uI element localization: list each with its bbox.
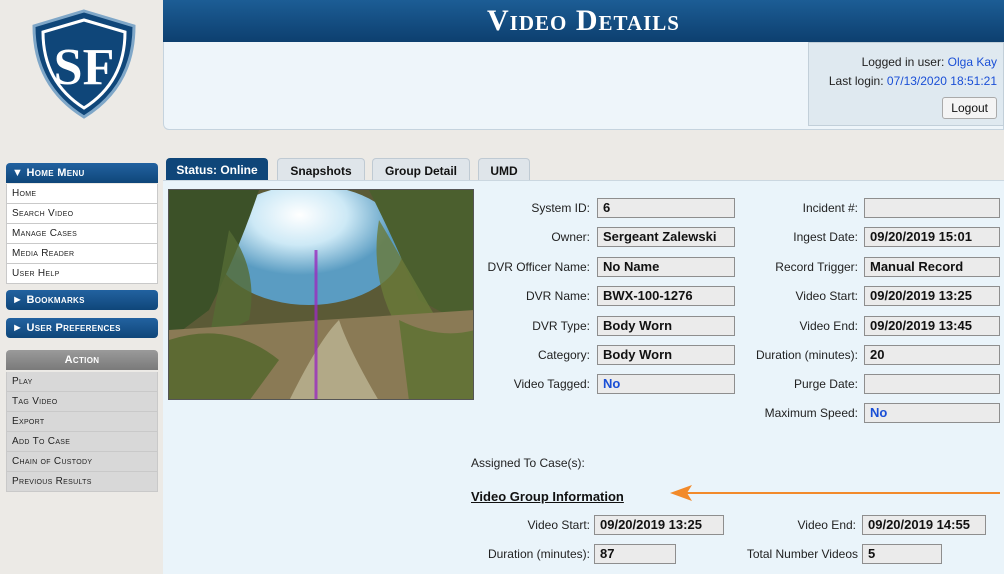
action-header: Action <box>6 350 158 370</box>
action-item-play[interactable]: Play <box>6 372 158 392</box>
maximum-speed-label: Maximum Speed: <box>764 406 858 420</box>
video-tagged-label: Video Tagged: <box>513 377 590 391</box>
owner-label: Owner: <box>551 230 590 244</box>
dvr-officer-name-label: DVR Officer Name: <box>487 260 590 274</box>
action-item-tag-video[interactable]: Tag Video <box>6 392 158 412</box>
dvr-officer-name-field: No Name <box>597 257 735 277</box>
menu-item-home[interactable]: Home <box>6 184 158 204</box>
owner-field: Sergeant Zalewski <box>597 227 735 247</box>
video-end-label: Video End: <box>799 319 859 333</box>
record-trigger-label: Record Trigger: <box>775 260 858 274</box>
video-end-field: 09/20/2019 13:45 <box>864 316 1000 336</box>
logout-button[interactable]: Logout <box>942 97 997 119</box>
purge-date-label: Purge Date: <box>793 377 858 391</box>
duration-label: Duration (minutes): <box>755 348 858 362</box>
maximum-speed-field: No <box>864 403 1000 423</box>
user-preferences-header[interactable]: ► User Preferences <box>6 318 158 338</box>
dvr-type-label: DVR Type: <box>532 319 590 333</box>
incident-field <box>864 198 1000 218</box>
ingest-date-field: 09/20/2019 15:01 <box>864 227 1000 247</box>
tab-status-online[interactable]: Status: Online <box>166 158 268 180</box>
home-menu-header[interactable]: ▼ Home Menu <box>6 163 158 183</box>
logo-text: SF <box>54 39 115 96</box>
user-name[interactable]: Olga Kay <box>948 55 997 69</box>
video-thumbnail[interactable] <box>168 189 474 400</box>
dvr-name-field: BWX-100-1276 <box>597 286 735 306</box>
category-label: Category: <box>537 348 590 362</box>
group-video-end-label: Video End: <box>797 518 857 532</box>
group-video-start-field: 09/20/2019 13:25 <box>594 515 724 535</box>
duration-field: 20 <box>864 345 1000 365</box>
action-item-chain-of-custody[interactable]: Chain of Custody <box>6 452 158 472</box>
group-video-start-label: Video Start: <box>527 518 590 532</box>
group-duration-field: 87 <box>594 544 676 564</box>
login-box: Logged in user: Olga Kay Last login: 07/… <box>808 42 1004 126</box>
dvr-type-field: Body Worn <box>597 316 735 336</box>
arrow-head-icon <box>670 485 692 501</box>
menu-item-manage-cases[interactable]: Manage Cases <box>6 224 158 244</box>
total-videos-label: Total Number Videos <box>746 547 858 561</box>
assigned-to-cases-label: Assigned To Case(s): <box>471 456 585 470</box>
total-videos-field: 5 <box>862 544 942 564</box>
dvr-name-label: DVR Name: <box>525 289 590 303</box>
video-start-field: 09/20/2019 13:25 <box>864 286 1000 306</box>
video-start-label: Video Start: <box>795 289 858 303</box>
tab-umd[interactable]: UMD <box>478 158 530 182</box>
tab-group-detail[interactable]: Group Detail <box>372 158 470 182</box>
callout-arrow <box>686 492 1000 494</box>
bookmarks-header[interactable]: ► Bookmarks <box>6 290 158 310</box>
action-item-add-to-case[interactable]: Add To Case <box>6 432 158 452</box>
tab-snapshots[interactable]: Snapshots <box>277 158 365 182</box>
menu-item-search-video[interactable]: Search Video <box>6 204 158 224</box>
action-item-export[interactable]: Export <box>6 412 158 432</box>
video-group-title: Video Group Information <box>471 489 624 504</box>
last-login-value: 07/13/2020 18:51:21 <box>886 74 997 88</box>
menu-item-media-reader[interactable]: Media Reader <box>6 244 158 264</box>
last-login-label: Last login: <box>828 74 884 88</box>
purge-date-field <box>864 374 1000 394</box>
category-field: Body Worn <box>597 345 735 365</box>
menu-item-user-help[interactable]: User Help <box>6 264 158 284</box>
page-title: Video Details <box>163 0 1004 42</box>
user-label: Logged in user: <box>861 55 945 69</box>
sf-logo: SF <box>30 8 138 120</box>
system-id-label: System ID: <box>531 201 590 215</box>
ingest-date-label: Ingest Date: <box>793 230 858 244</box>
action-item-previous-results[interactable]: Previous Results <box>6 472 158 492</box>
group-duration-label: Duration (minutes): <box>487 547 590 561</box>
record-trigger-field: Manual Record <box>864 257 1000 277</box>
system-id-field: 6 <box>597 198 735 218</box>
group-video-end-field: 09/20/2019 14:55 <box>862 515 986 535</box>
video-tagged-field: No <box>597 374 735 394</box>
incident-label: Incident #: <box>802 201 858 215</box>
